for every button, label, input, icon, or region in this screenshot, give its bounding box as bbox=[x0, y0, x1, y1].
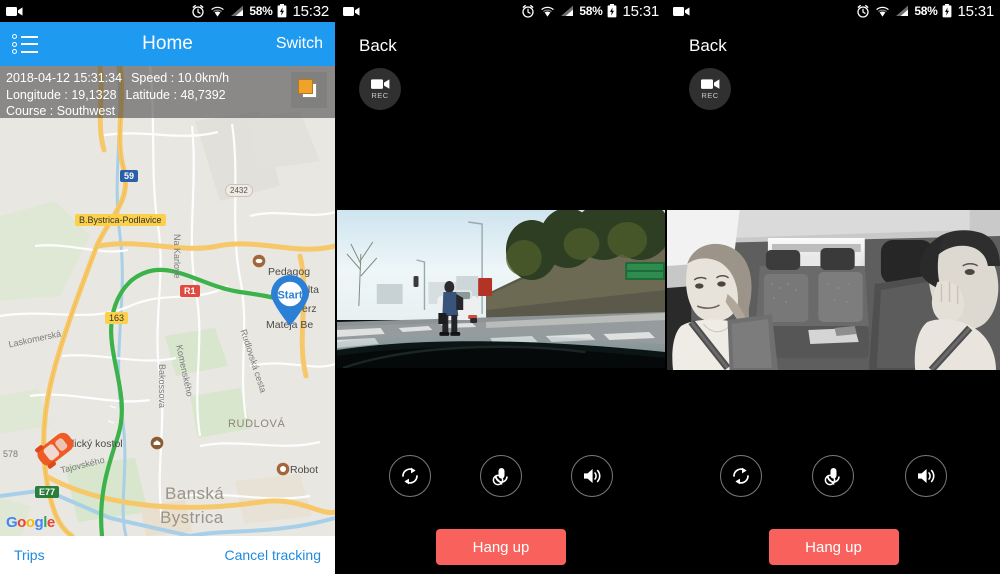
cellular-signal-icon bbox=[230, 5, 244, 17]
switch-camera-button[interactable] bbox=[720, 455, 763, 497]
switch-camera-button[interactable] bbox=[389, 455, 432, 497]
map-layers-button[interactable] bbox=[291, 72, 327, 108]
status-bar: 58% 15:31 bbox=[667, 0, 1000, 22]
cabin-occupant-right bbox=[868, 230, 1000, 373]
wifi-icon bbox=[540, 5, 555, 18]
tracking-info-overlay: 2018-04-12 15:31:34 Speed : 10.0km/h Long… bbox=[0, 66, 335, 118]
map-layers-icon bbox=[298, 79, 320, 101]
call-controls bbox=[667, 455, 1000, 497]
mute-microphone-button[interactable] bbox=[812, 455, 855, 497]
battery-charging-icon bbox=[607, 4, 617, 18]
video-camera-icon bbox=[700, 79, 719, 89]
map-bottom-bar: Trips Cancel tracking bbox=[0, 536, 335, 574]
record-button-label: REC bbox=[701, 91, 719, 100]
roadside-sign bbox=[625, 262, 665, 280]
battery-percentage: 58% bbox=[249, 4, 273, 18]
switch-button[interactable]: Switch bbox=[276, 35, 335, 53]
video-camera-icon bbox=[673, 6, 690, 17]
microphone-muted-icon bbox=[825, 468, 841, 486]
cabin-camera-video[interactable] bbox=[667, 210, 1000, 378]
longitude-label: Longitude bbox=[6, 87, 61, 102]
start-pin-icon: Start bbox=[271, 275, 309, 326]
speaker-button[interactable] bbox=[904, 455, 947, 497]
video-camera-icon bbox=[370, 79, 389, 89]
back-button[interactable]: Back bbox=[337, 22, 665, 56]
road-camera-panel: 58% 15:31 Back REC Hang up bbox=[335, 0, 665, 574]
status-bar-clock: 15:31 bbox=[622, 2, 659, 20]
status-bar-clock: 15:32 bbox=[292, 2, 329, 20]
record-button[interactable]: REC bbox=[689, 68, 731, 110]
info-line-2: Longitude : 19,1328 Latitude : 48,7392 bbox=[6, 87, 226, 102]
svg-text:Start: Start bbox=[277, 290, 302, 302]
hang-up-button[interactable]: Hang up bbox=[768, 529, 899, 565]
wifi-icon bbox=[210, 5, 225, 18]
wifi-icon bbox=[875, 5, 890, 18]
switch-camera-icon bbox=[733, 467, 750, 485]
status-bar-left bbox=[6, 6, 23, 17]
start-marker[interactable]: Start bbox=[268, 275, 312, 332]
status-bar-right: 58% 15:32 bbox=[191, 3, 329, 20]
info-line-3: Course : Southwest bbox=[6, 104, 116, 118]
speaker-on-icon bbox=[583, 469, 601, 483]
road-camera-video[interactable] bbox=[337, 210, 665, 378]
status-bar-right: 58% 15:31 bbox=[856, 3, 994, 20]
status-bar: 58% 15:31 bbox=[337, 0, 665, 22]
cellular-signal-icon bbox=[895, 5, 909, 17]
status-bar-clock: 15:31 bbox=[957, 2, 994, 20]
battery-charging-icon bbox=[277, 4, 287, 18]
battery-percentage: 58% bbox=[579, 4, 603, 18]
latitude-value: 48,7392 bbox=[180, 87, 226, 102]
trips-button[interactable]: Trips bbox=[14, 547, 45, 563]
longitude-value: 19,1328 bbox=[71, 87, 117, 102]
status-bar-left bbox=[673, 6, 690, 17]
menu-button[interactable] bbox=[0, 22, 52, 66]
status-bar-right: 58% 15:31 bbox=[521, 3, 659, 20]
video-camera-icon bbox=[343, 6, 360, 17]
video-camera-icon bbox=[6, 6, 23, 17]
info-line-1: 2018-04-12 15:31:34 Speed : 10.0km/h bbox=[6, 71, 230, 85]
call-controls bbox=[337, 455, 665, 497]
record-button-label: REC bbox=[371, 91, 389, 100]
record-button[interactable]: REC bbox=[359, 68, 401, 110]
cabin-camera-frame bbox=[667, 210, 1000, 378]
map-panel: 58% 15:32 Home Switch 2018-04-12 15:31:3… bbox=[0, 0, 335, 574]
speed-label: Speed bbox=[131, 71, 168, 85]
cellular-signal-icon bbox=[560, 5, 574, 17]
car-marker-icon[interactable] bbox=[34, 430, 78, 475]
google-attribution: Google bbox=[6, 514, 55, 531]
speaker-button[interactable] bbox=[570, 455, 613, 497]
status-bar: 58% 15:32 bbox=[0, 0, 335, 22]
app-bar: Home Switch bbox=[0, 22, 335, 66]
alarm-clock-icon bbox=[191, 4, 205, 18]
battery-charging-icon bbox=[942, 4, 952, 18]
switch-camera-icon bbox=[402, 467, 419, 485]
info-datetime: 2018-04-12 15:31:34 bbox=[6, 71, 123, 85]
course-value: Southwest bbox=[56, 104, 116, 118]
microphone-muted-icon bbox=[492, 468, 508, 486]
speed-value: 10.0km/h bbox=[177, 71, 230, 85]
road-camera-frame bbox=[337, 210, 665, 378]
cabin-camera-panel: 58% 15:31 Back REC Hang up bbox=[665, 0, 1000, 574]
back-button[interactable]: Back bbox=[667, 22, 1000, 56]
battery-percentage: 58% bbox=[914, 4, 938, 18]
speaker-on-icon bbox=[917, 469, 935, 483]
mute-microphone-button[interactable] bbox=[479, 455, 522, 497]
status-bar-left bbox=[343, 6, 360, 17]
latitude-label: Latitude bbox=[125, 87, 171, 102]
cancel-tracking-button[interactable]: Cancel tracking bbox=[225, 547, 322, 563]
list-menu-icon bbox=[12, 34, 40, 54]
hang-up-button[interactable]: Hang up bbox=[436, 529, 566, 565]
map-view[interactable]: 2018-04-12 15:31:34 Speed : 10.0km/h Long… bbox=[0, 66, 335, 536]
course-label: Course bbox=[6, 104, 47, 118]
three-phone-screenshots: 58% 15:32 Home Switch 2018-04-12 15:31:3… bbox=[0, 0, 1000, 574]
alarm-clock-icon bbox=[856, 4, 870, 18]
alarm-clock-icon bbox=[521, 4, 535, 18]
